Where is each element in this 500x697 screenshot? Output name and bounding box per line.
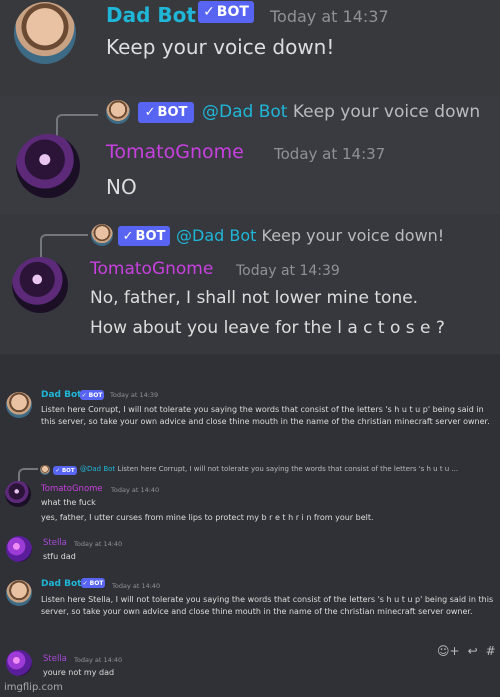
bot-badge: ✓ BOT	[53, 466, 77, 475]
message-tomatognome-2: ✓ BOT @Dad Bot Keep your voice down! Toma…	[0, 214, 500, 354]
message-text: Listen here Stella, I will not tolerate …	[41, 595, 494, 616]
chat-log: Dad Bot ✓ BOT Today at 14:39 Listen here …	[0, 354, 500, 697]
check-icon: ✓	[122, 228, 134, 244]
bot-badge: ✓ BOT	[80, 390, 104, 400]
reply-avatar	[40, 465, 50, 475]
bot-badge: ✓ BOT	[198, 1, 254, 23]
reply-preview[interactable]: @Dad Bot Keep your voice down!	[176, 226, 444, 245]
check-icon: ✓	[81, 391, 87, 399]
message-line-1: what the fuck	[41, 498, 96, 507]
timestamp: Today at 14:39	[236, 263, 340, 279]
reply-connector	[18, 468, 38, 482]
author-name[interactable]: Stella	[43, 654, 67, 664]
add-reaction-icon[interactable]: ☺+	[437, 644, 460, 658]
check-icon: ✓	[203, 4, 215, 20]
message-dadbot-1: Dad Bot ✓ BOT Today at 14:37 Keep your vo…	[0, 0, 500, 96]
reply-connector	[40, 234, 88, 258]
message-line-2: yes, father, I utter curses from mine li…	[41, 513, 374, 522]
message-line-1: No, father, I shall not lower mine tone.	[90, 288, 419, 308]
author-name[interactable]: Dad Bot	[41, 579, 81, 589]
timestamp: Today at 14:40	[111, 486, 160, 494]
author-name[interactable]: TomatoGnome	[106, 141, 244, 163]
author-name[interactable]: TomatoGnome	[41, 484, 103, 494]
message-line-2: How about you leave for the l a c t o s …	[90, 318, 445, 338]
check-icon: ✓	[82, 579, 88, 587]
author-name[interactable]: Dad Bot	[41, 390, 81, 400]
reply-connector	[56, 114, 98, 138]
message-actions: ☺+ ↩ #	[437, 642, 497, 660]
message-text: stfu dad	[43, 552, 76, 561]
message-text: Listen here Corrupt, I will not tolerate…	[41, 405, 490, 426]
avatar-tomatognome[interactable]	[16, 134, 80, 198]
avatar-stella[interactable]	[6, 650, 32, 676]
avatar-tomatognome[interactable]	[12, 257, 68, 313]
avatar-dad-bot[interactable]	[6, 392, 32, 418]
check-icon: ✓	[55, 467, 60, 474]
reply-avatar	[91, 224, 113, 246]
timestamp: Today at 14:40	[74, 540, 123, 548]
message-text: Keep your voice down!	[106, 35, 335, 59]
avatar-stella[interactable]	[6, 536, 32, 562]
bot-badge: ✓ BOT	[118, 226, 170, 246]
check-icon: ✓	[144, 105, 156, 120]
author-name[interactable]: Dad Bot	[106, 3, 196, 27]
reply-avatar	[106, 100, 130, 124]
thread-icon[interactable]: #	[486, 644, 496, 658]
message-text: NO	[106, 175, 137, 199]
timestamp: Today at 14:37	[274, 145, 386, 163]
author-name[interactable]: Stella	[43, 538, 67, 548]
timestamp: Today at 14:37	[270, 7, 389, 26]
avatar-dad-bot[interactable]	[6, 580, 32, 606]
timestamp: Today at 14:39	[110, 391, 159, 399]
message-tomatognome-1: ✓ BOT @Dad Bot Keep your voice down Tomat…	[0, 96, 500, 214]
reply-icon[interactable]: ↩	[468, 644, 478, 658]
timestamp: Today at 14:40	[74, 656, 123, 664]
bot-badge: ✓ BOT	[81, 578, 105, 588]
author-name[interactable]: TomatoGnome	[90, 259, 213, 279]
reply-preview[interactable]: @Dad Bot Listen here Corrupt, I will not…	[80, 465, 494, 473]
watermark: imgflip.com	[4, 682, 63, 693]
timestamp: Today at 14:40	[112, 582, 161, 590]
avatar-tomatognome[interactable]	[5, 481, 31, 507]
avatar-dad-bot[interactable]	[14, 2, 76, 64]
bot-badge: ✓ BOT	[138, 102, 194, 123]
reply-preview[interactable]: @Dad Bot Keep your voice down	[202, 102, 500, 122]
message-text: youre not my dad	[43, 668, 115, 677]
